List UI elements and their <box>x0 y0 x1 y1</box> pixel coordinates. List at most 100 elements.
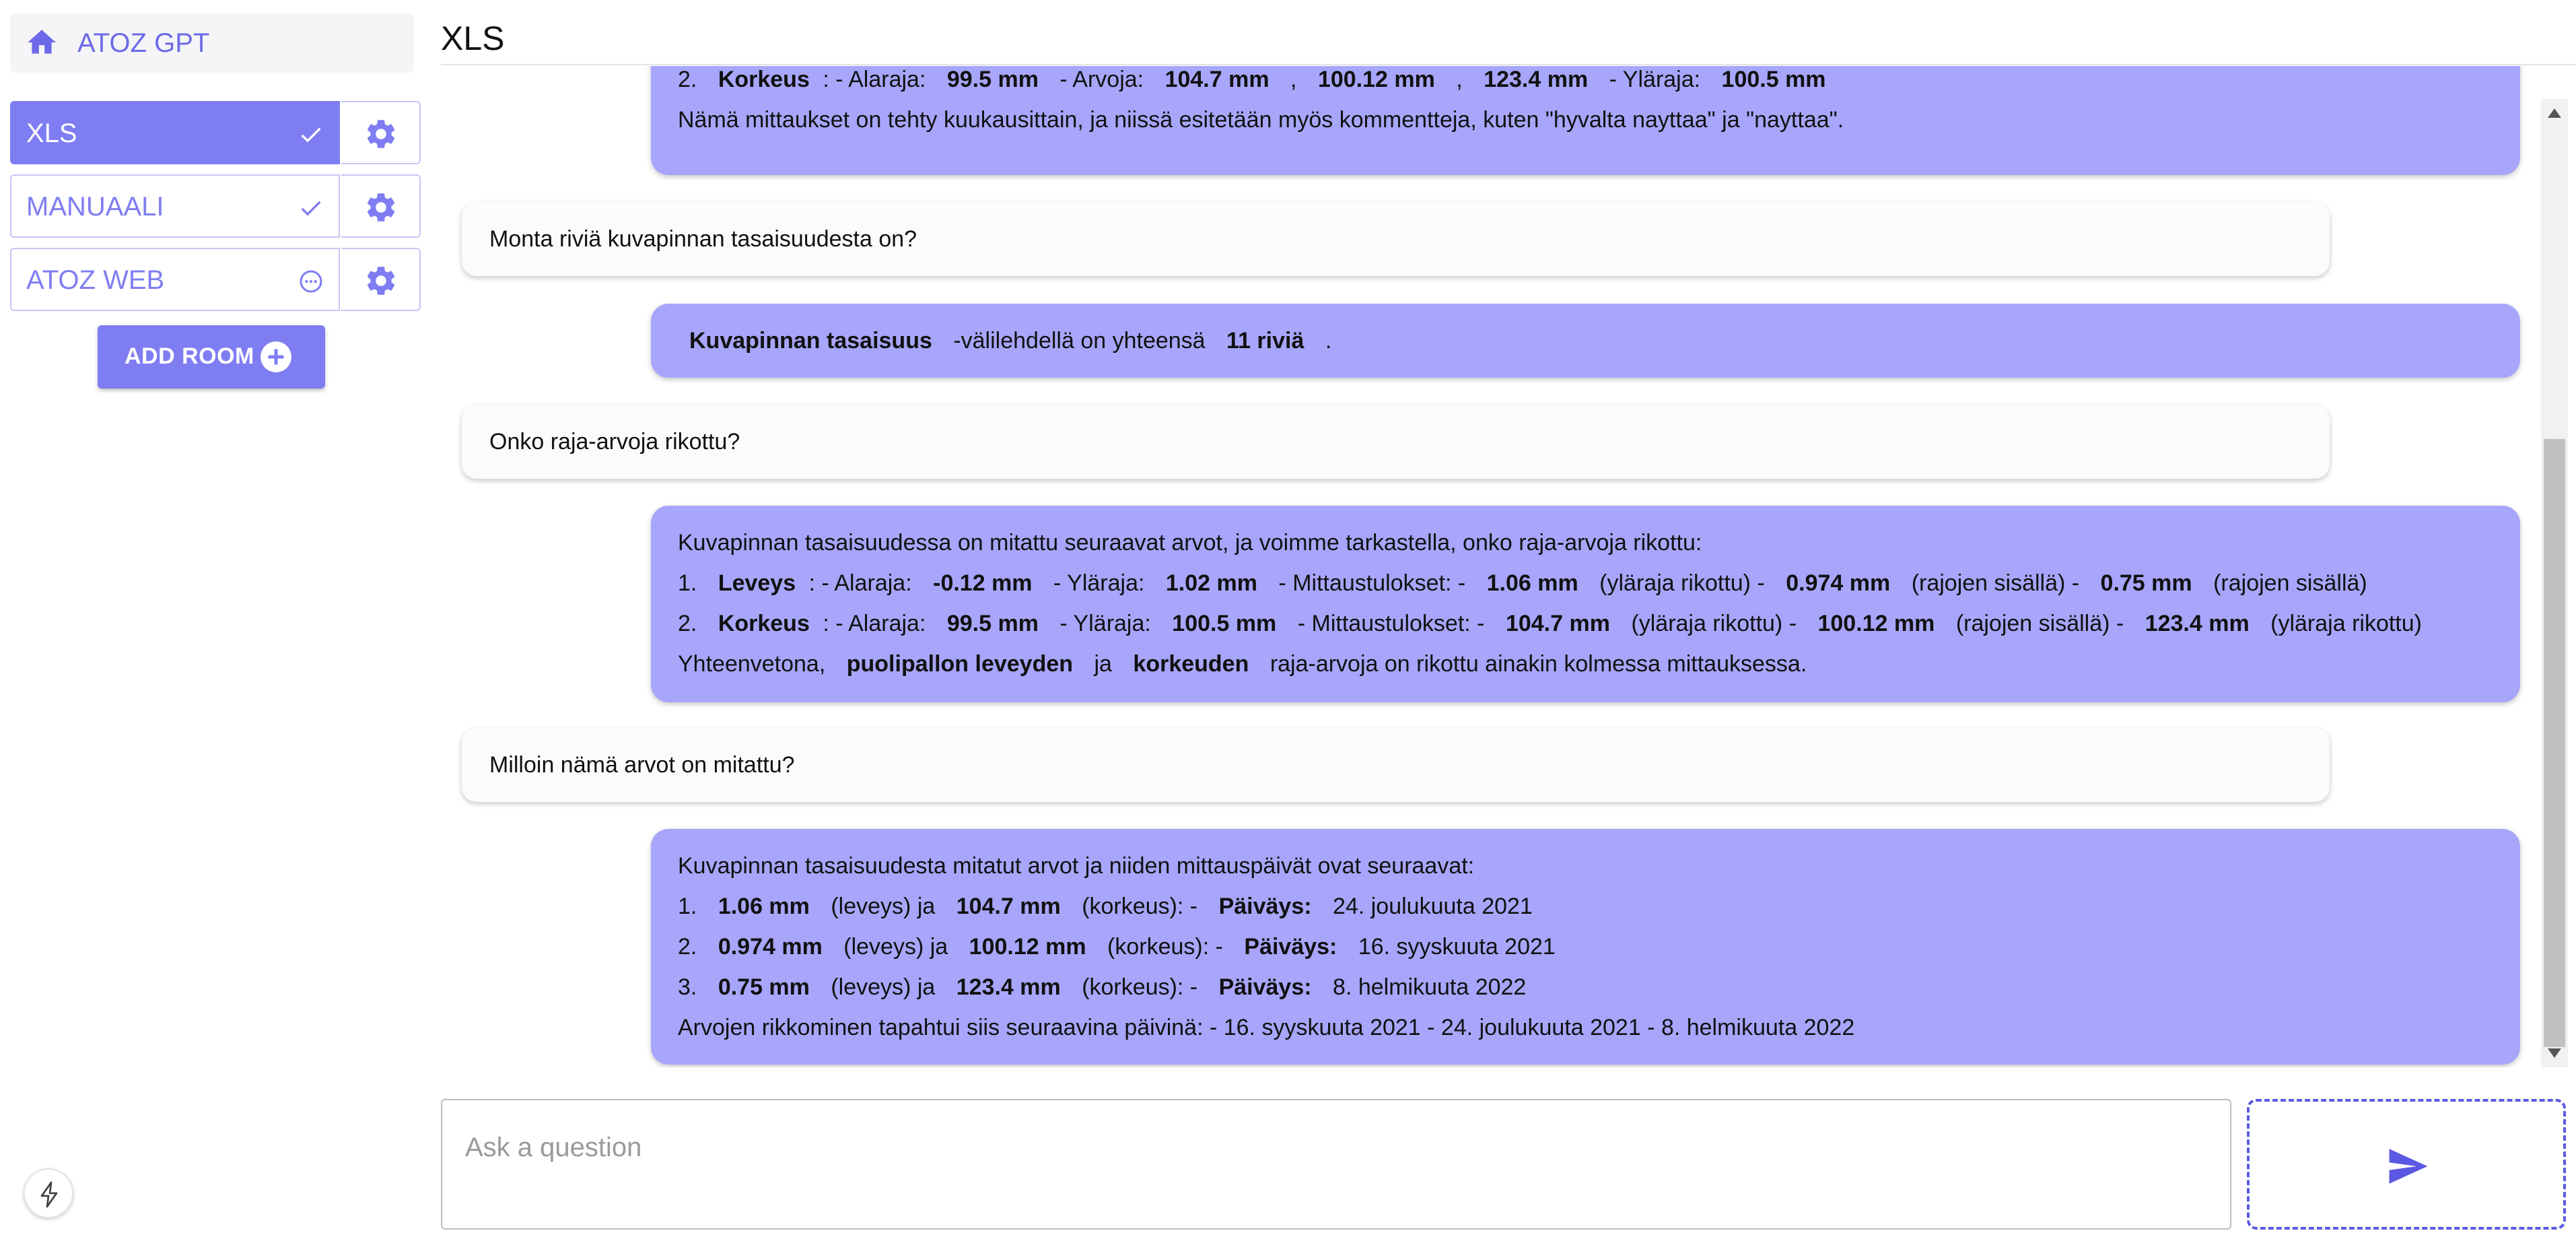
question-input[interactable] <box>465 1127 2202 1168</box>
message-line: 2. 0.974 mm (leveys) ja 100.12 mm (korke… <box>678 927 1556 967</box>
text-segment: - Mittaustulokset: - <box>1297 611 1485 636</box>
text-segment: raja-arvoja on rikottu ainakin kolmessa … <box>1269 651 1807 677</box>
room-xls[interactable]: XLS <box>10 101 421 164</box>
scrollbar-thumb[interactable] <box>2544 439 2565 1047</box>
text-segment: (yläraja rikottu) - <box>1599 570 1765 596</box>
text-segment: 8. helmikuuta 2022 <box>1333 974 1527 1000</box>
text-segment: 1.06 mm <box>1486 570 1578 596</box>
text-segment: 123.4 mm <box>2145 611 2250 636</box>
header: XLS <box>441 0 2576 65</box>
question-input-box[interactable] <box>441 1099 2231 1230</box>
message-line: 1. Leveys : - Alaraja: -0.12 mm - Yläraj… <box>678 563 2367 603</box>
text-segment: (korkeus): - <box>1107 934 1223 960</box>
gear-icon <box>367 120 395 148</box>
message-text: Onko raja-arvoja rikottu? <box>489 429 740 455</box>
chat-scroll-area[interactable]: 2. Korkeus : - Alaraja: 99.5 mm - Arvoja… <box>441 66 2538 1067</box>
gear-icon <box>367 267 395 295</box>
text-segment: , <box>1290 67 1297 92</box>
text-segment: 99.5 mm <box>946 611 1039 636</box>
scroll-down-arrow-icon[interactable] <box>2548 1048 2561 1058</box>
scroll-up-arrow-icon[interactable] <box>2548 108 2561 118</box>
text-segment: , <box>1456 67 1463 92</box>
text-segment: ja <box>1094 651 1112 677</box>
room-settings-button[interactable] <box>341 101 421 164</box>
text-segment: 1.06 mm <box>718 894 810 919</box>
home-label: ATOZ GPT <box>77 28 210 58</box>
text-segment: 100.12 mm <box>1317 67 1435 92</box>
message-line: 1. 1.06 mm (leveys) ja 104.7 mm (korkeus… <box>678 886 1533 927</box>
message-line: Arvojen rikkominen tapahtui siis seuraav… <box>678 1015 1855 1040</box>
text-segment: 2. <box>678 67 697 92</box>
room-settings-button[interactable] <box>341 174 421 238</box>
send-icon <box>2389 1149 2428 1184</box>
text-segment: Kuvapinnan tasaisuus <box>689 328 932 354</box>
text-segment: 104.7 mm <box>1505 611 1610 636</box>
text-segment: 3. <box>678 974 697 1000</box>
text-segment: 24. joulukuuta 2021 <box>1333 894 1533 919</box>
text-segment: -välilehdellä on yhteensä <box>953 328 1206 354</box>
text-segment: (korkeus): - <box>1082 894 1198 919</box>
message-line: Nämä mittaukset on tehty kuukausittain, … <box>678 107 1844 133</box>
home-link[interactable]: ATOZ GPT <box>10 13 414 73</box>
user-message: Onko raja-arvoja rikottu? <box>462 405 2330 479</box>
chat-scrollbar[interactable] <box>2541 99 2568 1067</box>
text-segment: (yläraja rikottu) <box>2270 611 2422 636</box>
text-segment: - Yläraja: <box>1053 570 1145 596</box>
text-segment: - Arvoja: <box>1059 67 1144 92</box>
sidebar: ATOZ GPT XLS MANUAALI ATOZ WEB ADD ROOM <box>0 0 421 1239</box>
plus-circle-icon <box>260 341 291 372</box>
check-icon <box>301 127 321 143</box>
check-icon <box>301 201 321 216</box>
text-segment: 0.974 mm <box>1786 570 1891 596</box>
message-text: Milloin nämä arvot on mitattu? <box>489 752 795 778</box>
text-segment: 100.12 mm <box>969 934 1086 960</box>
text-segment: 1. <box>678 570 697 596</box>
room-name: ATOZ WEB <box>26 265 165 295</box>
text-segment: (leveys) ja <box>831 974 936 1000</box>
text-segment: 1. <box>678 894 697 919</box>
text-segment: 0.974 mm <box>718 934 823 960</box>
text-segment: 104.7 mm <box>956 894 1061 919</box>
page-title: XLS <box>441 20 505 57</box>
text-segment: 16. syyskuuta 2021 <box>1358 934 1556 960</box>
text-segment: - Mittaustulokset: - <box>1278 570 1466 596</box>
send-button[interactable] <box>2247 1099 2566 1230</box>
text-segment: 2. <box>678 934 697 960</box>
message-text: Monta riviä kuvapinnan tasaisuudesta on? <box>489 226 917 252</box>
room-select-button[interactable]: ATOZ WEB <box>10 248 340 311</box>
text-segment: : - Alaraja: <box>808 570 912 596</box>
message-line: Kuvapinnan tasaisuus -välilehdellä on yh… <box>689 321 1331 361</box>
text-segment: . <box>1325 328 1332 354</box>
text-segment: 0.75 mm <box>2100 570 2192 596</box>
text-segment: 100.5 mm <box>1172 611 1277 636</box>
home-icon <box>28 30 56 54</box>
text-segment: (rajojen sisällä) - <box>1955 611 2124 636</box>
text-segment: (korkeus): - <box>1082 974 1198 1000</box>
bot-message: Kuvapinnan tasaisuudessa on mitattu seur… <box>651 506 2520 702</box>
text-segment: - Yläraja: <box>1059 611 1151 636</box>
text-segment: Leveys <box>718 570 796 596</box>
lightning-button[interactable] <box>24 1168 73 1218</box>
room-settings-button[interactable] <box>341 248 421 311</box>
bot-message: 2. Korkeus : - Alaraja: 99.5 mm - Arvoja… <box>651 66 2520 175</box>
text-segment: (yläraja rikottu) - <box>1631 611 1797 636</box>
text-segment: Päiväys: <box>1244 934 1337 960</box>
text-segment: Korkeus <box>718 67 810 92</box>
add-room-button[interactable]: ADD ROOM <box>98 325 325 389</box>
text-segment: 2. <box>678 611 697 636</box>
lightning-icon <box>40 1181 58 1208</box>
text-segment: 11 riviä <box>1226 328 1304 354</box>
room-select-button[interactable]: XLS <box>10 101 340 164</box>
room-atoz-web[interactable]: ATOZ WEB <box>10 248 421 311</box>
text-segment: korkeuden <box>1133 651 1249 677</box>
text-segment: (leveys) ja <box>831 894 936 919</box>
text-segment: 99.5 mm <box>946 67 1039 92</box>
room-select-button[interactable]: MANUAALI <box>10 174 340 238</box>
pending-icon <box>300 270 322 293</box>
text-segment: Päiväys: <box>1218 974 1312 1000</box>
message-line: Kuvapinnan tasaisuudessa on mitattu seur… <box>678 530 1702 556</box>
text-segment: Korkeus <box>718 611 810 636</box>
bot-message: Kuvapinnan tasaisuus -välilehdellä on yh… <box>651 304 2520 378</box>
room-manuaali[interactable]: MANUAALI <box>10 174 421 238</box>
gear-icon <box>367 193 395 222</box>
